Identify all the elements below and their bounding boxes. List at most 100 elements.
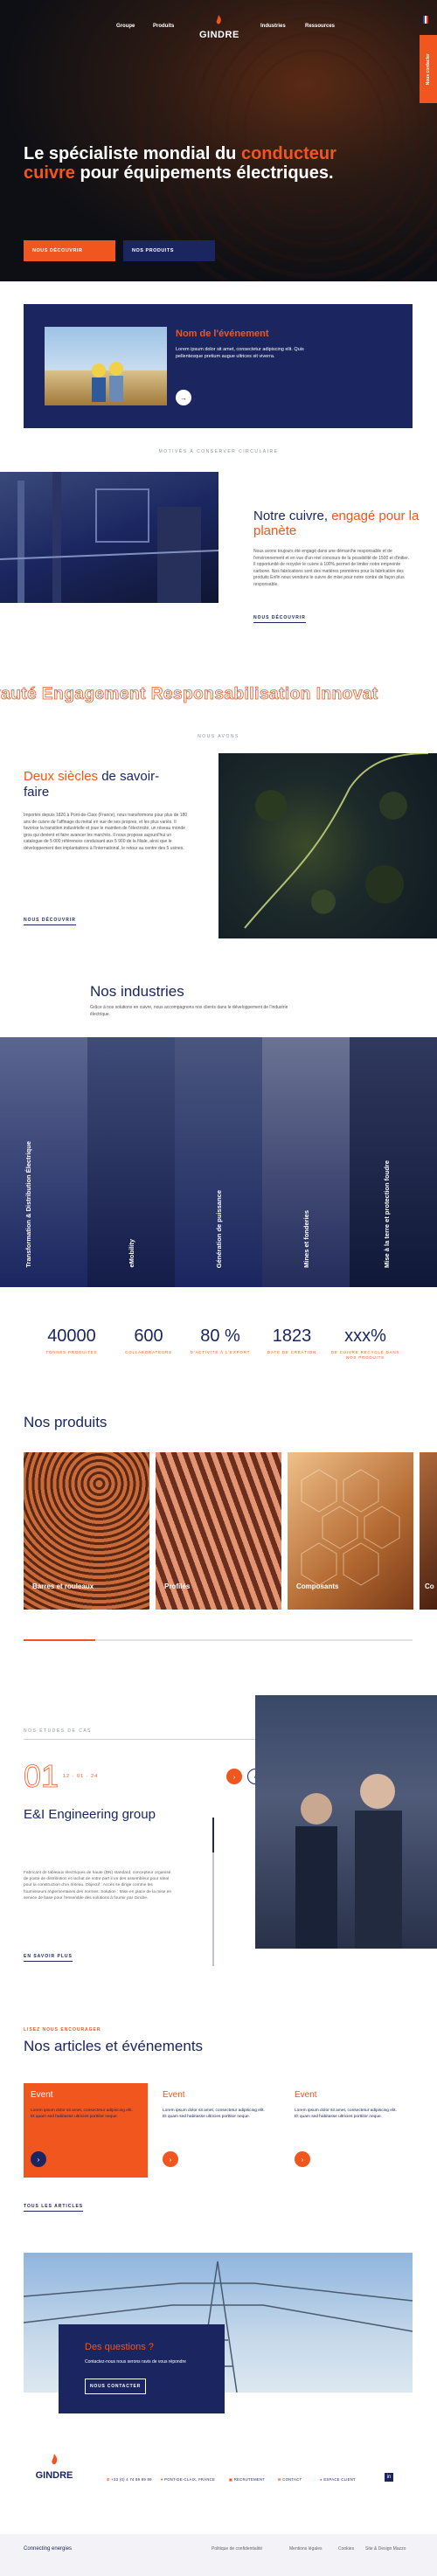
deux-discover-link[interactable]: NOUS DÉCOUVRIR	[24, 918, 76, 925]
stat-item: xxx% DE CUIVRE RECYCLÉ DANS NOS PRODUITS	[329, 1326, 402, 1361]
divider	[24, 1739, 255, 1740]
industry-label: Mines et fonderies	[302, 1210, 310, 1268]
footer-tagline: Connecting energies	[24, 2546, 73, 2552]
phone-icon: ✆	[107, 2477, 110, 2482]
industries-title: Nos industries	[90, 983, 184, 1000]
footer-address-text: PONT-DE-CLAIX, FRANCE	[164, 2477, 216, 2482]
industry-label: Transformation & Distribution Électrique	[24, 1141, 32, 1268]
mail-icon: ✉	[278, 2477, 281, 2482]
industry-card-generation[interactable]: Génération de puissance	[175, 1037, 262, 1287]
case-date: 12 · 01 · 24	[63, 1774, 99, 1779]
stat-label: COLLABORATEURS	[125, 1350, 172, 1354]
nav-item-groupe[interactable]: Groupe	[116, 24, 135, 29]
pin-icon: ⌖	[161, 2477, 163, 2482]
footer-logo-text: GINDRE	[35, 2470, 73, 2481]
article-card[interactable]: Event Lorem ipsum dolor sit amet, consec…	[24, 2083, 148, 2178]
industries-text: Grâce à nos solutions en cuivre, nous ac…	[90, 1005, 288, 1017]
footer-contact-text: CONTACT	[282, 2477, 302, 2482]
stat-item: 600 COLLABORATEURS	[114, 1326, 184, 1355]
footer-phone[interactable]: ✆ +33 (0) 4 74 99 99 99	[107, 2477, 152, 2482]
products-button[interactable]: NOS PRODUITS	[123, 240, 215, 261]
event-image	[45, 327, 167, 405]
product-card-partial[interactable]: Co	[420, 1452, 437, 1610]
legal-link[interactable]: Mentions légales	[289, 2546, 323, 2552]
values-marquee: yauté Engagement Responsabilisation Inno…	[0, 685, 378, 704]
case-more-link[interactable]: EN SAVOIR PLUS	[24, 1954, 73, 1962]
factory-illustration	[0, 472, 218, 603]
stat-label: DATE DE CRÉATION	[267, 1350, 317, 1354]
industry-label: eMobility	[128, 1239, 135, 1268]
nav-item-produits[interactable]: Produits	[153, 24, 174, 29]
product-name: Barres et rouleaux	[32, 1582, 94, 1590]
questions-box: Des questions ? Contactez-nous nous sero…	[59, 2324, 225, 2413]
product-name: Composants	[296, 1582, 339, 1590]
product-card-composants[interactable]: Composants	[288, 1452, 413, 1610]
footer-address[interactable]: ⌖ PONT-DE-CLAIX, FRANCE	[161, 2477, 215, 2482]
all-articles-link[interactable]: TOUS LES ARTICLES	[24, 2204, 84, 2212]
stat-number: 1823	[272, 1326, 312, 1346]
briefcase-icon: ▣	[229, 2477, 233, 2482]
contact-side-tab-label: Nous contacter	[426, 52, 431, 86]
hero-title-part-a: Le spécialiste mondial du	[24, 144, 237, 163]
product-card-barres[interactable]: Barres et rouleaux	[24, 1452, 149, 1610]
stat-item: 80 % D'ACTIVITÉ À L'EXPORT	[185, 1326, 255, 1355]
article-card[interactable]: Event Lorem ipsum dolor sit amet, consec…	[288, 2083, 412, 2178]
product-card-profiles[interactable]: Profilés	[156, 1452, 281, 1610]
contact-side-tab[interactable]: Nous contacter	[420, 35, 437, 103]
cuivre-title: Notre cuivre, engagé pour la planète	[253, 509, 420, 538]
article-title: Event	[295, 2090, 317, 2100]
stat-item: 1823 DATE DE CRÉATION	[257, 1326, 327, 1355]
footer-client-text: ESPACE CLIENT	[323, 2477, 356, 2482]
arrow-right-icon[interactable]: →	[176, 390, 191, 405]
industry-card-mines[interactable]: Mines et fonderies	[262, 1037, 350, 1287]
case-title: E&I Engineering group	[24, 1807, 156, 1822]
cuivre-discover-link[interactable]: NOUS DÉCOUVRIR	[253, 615, 306, 623]
article-title: Event	[31, 2090, 53, 2100]
credits-link[interactable]: Site & Design Mazzo	[365, 2546, 406, 2552]
industry-card-mise-a-la-terre[interactable]: Mise à la terre et protection foudre	[350, 1037, 437, 1287]
linkedin-icon[interactable]: in	[385, 2473, 393, 2482]
article-card[interactable]: Event Lorem ipsum dolor sit amet, consec…	[156, 2083, 280, 2178]
article-text: Lorem ipsum dolor sit amet, consectetur …	[295, 2109, 397, 2119]
article-text: Lorem ipsum dolor sit amet, consectetur …	[31, 2109, 133, 2119]
deux-siecles-text: Importés depuis 1826 à Pont-de-Claix (Fr…	[24, 813, 188, 851]
footer-contact[interactable]: ✉ CONTACT	[278, 2477, 302, 2482]
footer-bottom: Connecting energies Politique de confide…	[0, 2534, 437, 2576]
cuivre-title-a: Notre cuivre,	[253, 509, 329, 523]
article-text: Lorem ipsum dolor sit amet, consectetur …	[163, 2109, 265, 2119]
logo-text: GINDRE	[199, 30, 239, 40]
cookies-link[interactable]: Cookies	[338, 2546, 354, 2552]
arrow-right-icon[interactable]: ›	[295, 2151, 310, 2167]
footer-jobs[interactable]: ▣ RECRUTEMENT	[229, 2477, 265, 2482]
industry-label: Mise à la terre et protection foudre	[383, 1160, 391, 1268]
arrow-right-icon[interactable]: ›	[31, 2151, 46, 2167]
industry-card-transformation[interactable]: Transformation & Distribution Électrique	[0, 1037, 87, 1287]
people-illustration	[295, 1774, 402, 1949]
products-title: Nos produits	[24, 1414, 108, 1430]
flag-fr-icon[interactable]	[423, 16, 428, 24]
nav-item-industries[interactable]: Industries	[260, 24, 286, 29]
factory-image	[0, 472, 218, 603]
industry-card-emobility[interactable]: eMobility	[87, 1037, 175, 1287]
user-icon: ●	[320, 2477, 323, 2482]
discover-button[interactable]: NOUS DÉCOUVRIR	[24, 240, 115, 261]
nav-item-ressources[interactable]: Ressources	[305, 24, 335, 29]
timeline-progress	[212, 1818, 214, 1852]
footer-logo[interactable]: GINDRE	[35, 2454, 73, 2481]
event-card[interactable]: Nom de l'événement Lorem ipsum dolor sit…	[24, 304, 413, 428]
flame-icon	[52, 2454, 58, 2465]
contact-button[interactable]: NOUS CONTACTER	[85, 2379, 146, 2394]
questions-title: Des questions ?	[85, 2342, 154, 2352]
footer-client[interactable]: ● ESPACE CLIENT	[320, 2477, 356, 2482]
forest-illustration	[244, 753, 429, 929]
stat-label: TONNES PRODUITES	[45, 1350, 98, 1354]
product-name: Profilés	[164, 1582, 191, 1590]
logo[interactable]: GINDRE	[199, 14, 239, 40]
hero-title-part-b: pour équipements électriques.	[80, 163, 334, 183]
arrow-right-icon[interactable]: ›	[226, 1769, 242, 1784]
workers-illustration	[92, 362, 123, 402]
stat-label: DE CUIVRE RECYCLÉ DANS NOS PRODUITS	[330, 1350, 400, 1360]
privacy-link[interactable]: Politique de confidentialité	[212, 2546, 262, 2552]
arrow-right-icon[interactable]: ›	[163, 2151, 178, 2167]
case-number: 01	[24, 1758, 59, 1795]
